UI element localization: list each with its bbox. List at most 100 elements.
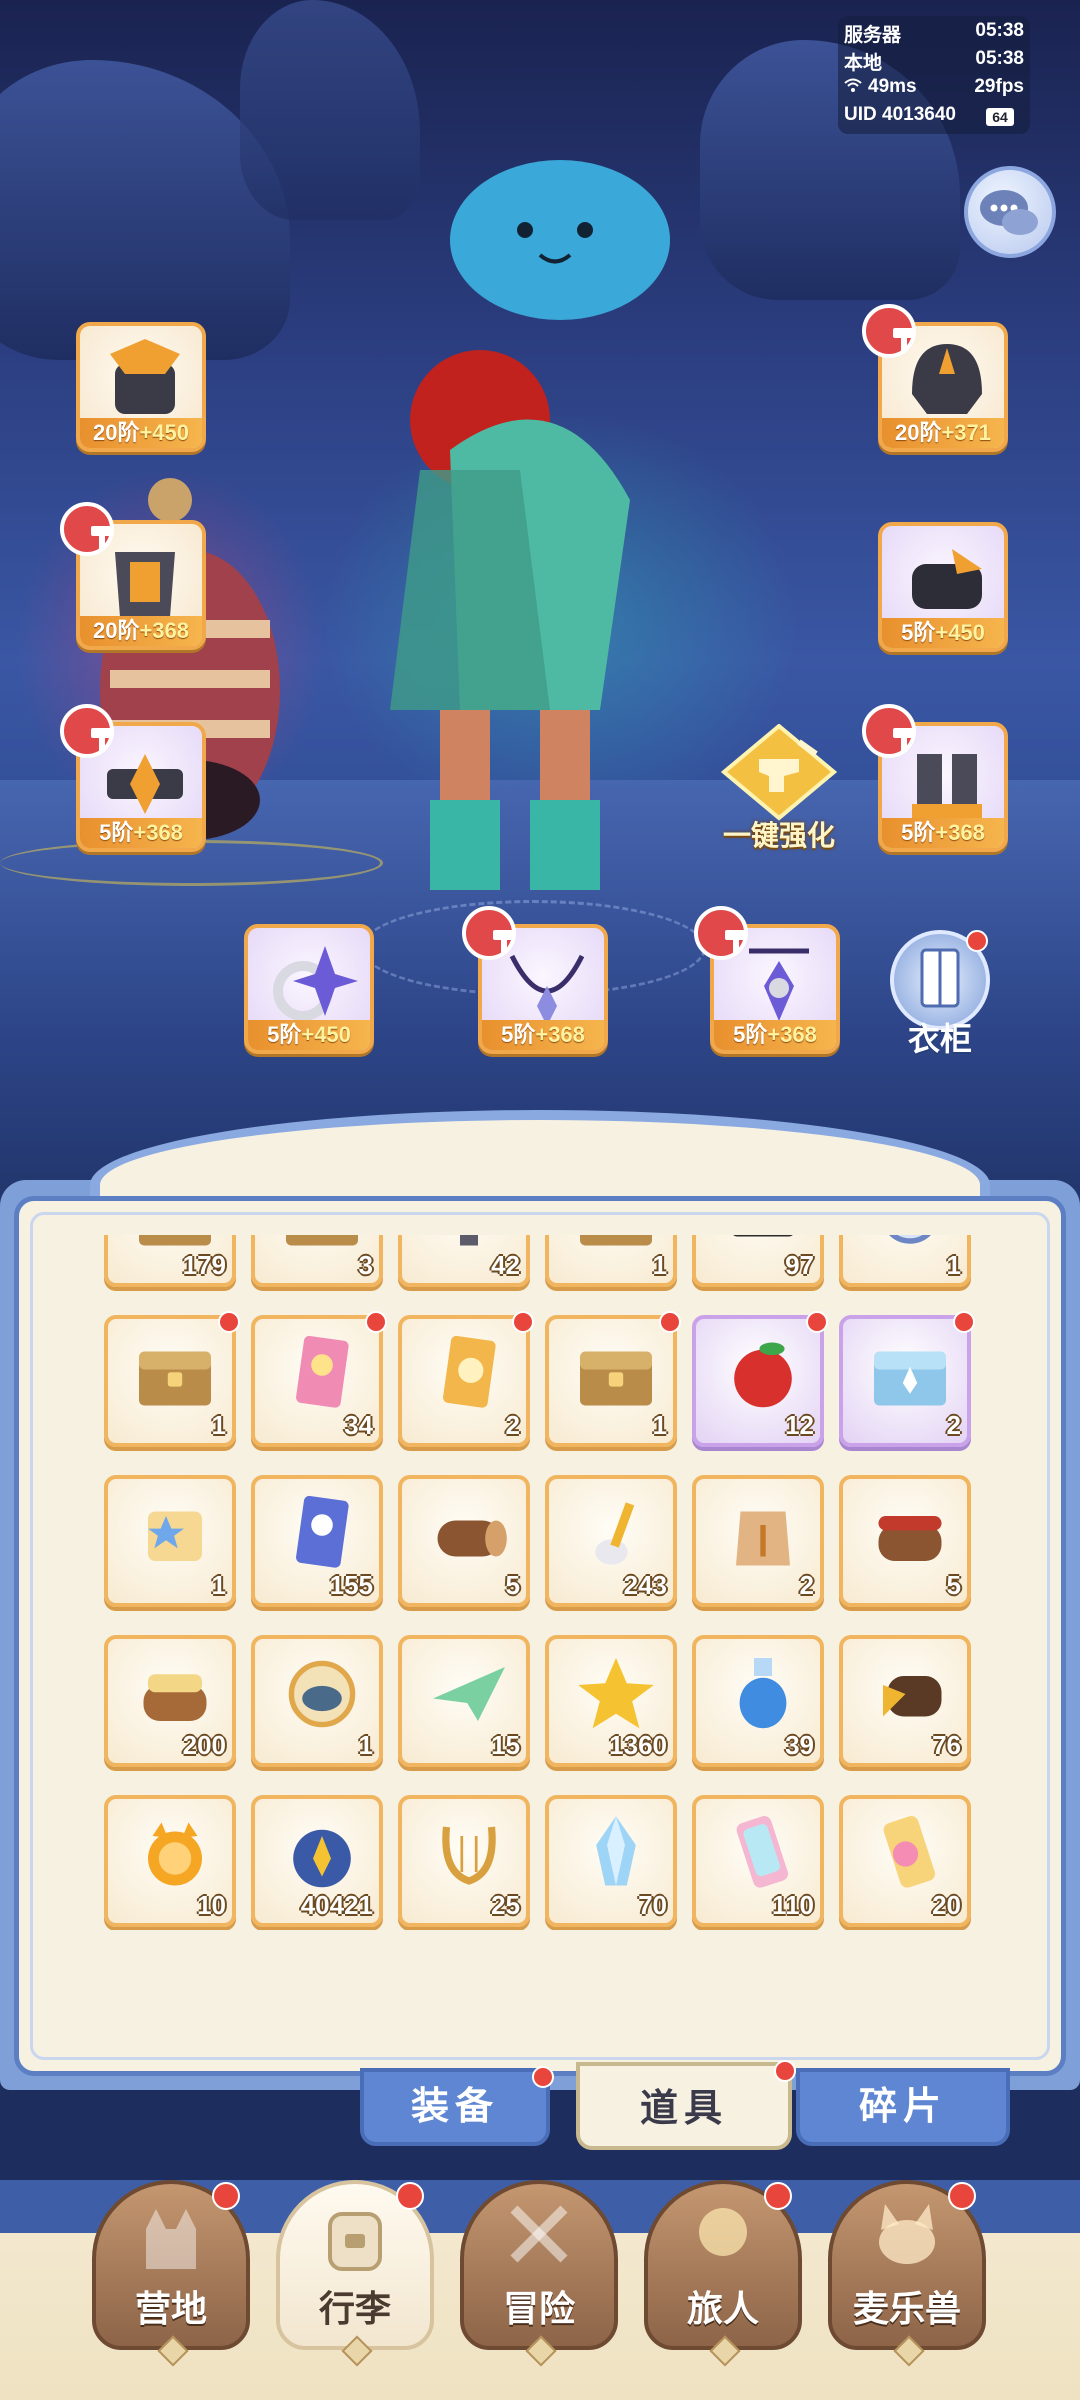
player-character <box>390 160 670 890</box>
inventory-item[interactable]: 5 <box>398 1475 530 1607</box>
item-quantity: 76 <box>932 1730 961 1760</box>
notification-dot <box>212 2182 240 2210</box>
hammer-icon <box>60 502 114 556</box>
one-click-enhance-button[interactable]: 一键强化 <box>704 724 854 854</box>
equip-bonus: +368 <box>139 618 190 643</box>
inventory-item[interactable]: 42 <box>398 1235 530 1287</box>
cheese-log-icon <box>143 1674 207 1721</box>
cat-coin-icon <box>148 1822 202 1886</box>
nav-label: 营地 <box>134 2288 207 2329</box>
equip-slot-armor[interactable]: 20阶+368 <box>60 502 206 650</box>
inventory-item[interactable]: 1 <box>104 1311 240 1447</box>
equip-level: 5阶+368 <box>882 818 1004 848</box>
equip-tier: 5阶 <box>267 1022 302 1047</box>
coin-icon <box>889 1235 931 1244</box>
item-grid[interactable]: 179 3 42 1 97 1 1 34 2 1 12 2 1 155 5 243 2 5 200 1 15 1360 39… <box>104 1235 984 1930</box>
nav-adventure[interactable]: 冒险 <box>460 2180 618 2370</box>
status-hud: 服务器 05:38 本地 05:38 49ms 29fps UID 401364… <box>838 16 1030 134</box>
item-quantity: 2 <box>505 1410 520 1440</box>
inventory-item[interactable]: 40421 <box>251 1795 383 1927</box>
nav-traveler[interactable]: 旅人 <box>644 2180 802 2370</box>
tab-label: 道具 <box>639 2088 728 2130</box>
tab-equipment[interactable]: 装备 <box>360 2066 554 2146</box>
inventory-item[interactable]: 110 <box>692 1795 824 1927</box>
nav-luggage[interactable]: 行李 <box>276 2180 434 2370</box>
equip-slot-helmet[interactable]: 20阶+371 <box>862 304 1008 452</box>
inventory-item[interactable]: 5 <box>839 1475 971 1607</box>
music-log-icon <box>883 1676 942 1717</box>
inventory-item[interactable]: 179 <box>104 1235 236 1287</box>
shark-badge-icon <box>288 1660 356 1728</box>
equip-bonus: +450 <box>301 1022 351 1047</box>
inventory-item[interactable]: 97 <box>692 1235 824 1287</box>
inventory-item[interactable]: 1360 <box>545 1635 677 1767</box>
hammer-icon <box>862 704 916 758</box>
equip-level: 5阶+368 <box>714 1020 836 1050</box>
equip-tier: 5阶 <box>901 620 936 645</box>
chest-blue-icon <box>874 1351 946 1406</box>
inventory-item[interactable]: 200 <box>104 1635 236 1767</box>
inventory-item[interactable]: 25 <box>398 1795 530 1927</box>
equip-slot-boots[interactable]: 5阶+368 <box>862 704 1008 852</box>
nav-camp[interactable]: 营地 <box>92 2180 250 2370</box>
equip-slot-gauntlet[interactable]: 5阶+450 <box>878 522 1008 652</box>
inventory-item[interactable]: 20 <box>839 1795 971 1927</box>
equip-slot-necklace[interactable]: 5阶+368 <box>462 906 608 1054</box>
chat-button[interactable] <box>964 166 1056 258</box>
inventory-item[interactable]: 12 <box>692 1311 828 1447</box>
inventory-item[interactable]: 243 <box>545 1475 677 1607</box>
equip-level: 20阶+450 <box>80 418 202 448</box>
server-time: 05:38 <box>975 20 1024 41</box>
inventory-item[interactable]: 34 <box>251 1311 387 1447</box>
spoon-icon <box>595 1502 635 1565</box>
item-quantity: 10 <box>197 1890 226 1920</box>
tab-fragments[interactable]: 碎片 <box>796 2068 1010 2146</box>
equip-level: 20阶+368 <box>80 616 202 646</box>
equip-slot-amulet[interactable]: 5阶+368 <box>694 906 840 1054</box>
item-quantity: 40421 <box>300 1890 373 1920</box>
inventory-item[interactable]: 15 <box>398 1635 530 1767</box>
wardrobe-button[interactable]: 衣柜 <box>884 930 996 1057</box>
wifi-icon <box>844 76 864 98</box>
item-quantity: 20 <box>932 1890 961 1920</box>
hammer-icon <box>862 304 916 358</box>
inventory-item[interactable]: 76 <box>839 1635 971 1767</box>
equip-level: 5阶+368 <box>80 818 202 848</box>
log-icon <box>437 1520 507 1557</box>
traveler-icon <box>699 2208 747 2256</box>
notification-dot <box>764 2182 792 2210</box>
tab-items[interactable]: 道具 <box>576 2060 796 2150</box>
inventory-item[interactable]: 2 <box>839 1311 975 1447</box>
nav-pet[interactable]: 麦乐兽 <box>828 2180 986 2370</box>
item-quantity: 2 <box>946 1410 961 1440</box>
inventory-item[interactable]: 1 <box>545 1235 677 1287</box>
item-quantity: 3 <box>358 1250 373 1280</box>
inventory-item[interactable]: 39 <box>692 1635 824 1767</box>
inventory-item[interactable]: 2 <box>398 1311 534 1447</box>
ring-icon <box>273 946 358 1021</box>
equip-slot-ring[interactable]: 5阶+450 <box>244 924 374 1054</box>
item-quantity: 25 <box>491 1890 520 1920</box>
inventory-item[interactable]: 1 <box>545 1311 681 1447</box>
chest-gold-icon <box>580 1235 652 1246</box>
notification-dot <box>218 1311 240 1333</box>
inventory-item[interactable]: 155 <box>251 1475 383 1607</box>
inventory-item[interactable]: 1 <box>839 1235 971 1287</box>
backpack-icon <box>328 2212 382 2271</box>
item-quantity: 2 <box>799 1570 814 1600</box>
rainbow-tube-icon <box>736 1816 788 1888</box>
inventory-item[interactable]: 10 <box>104 1795 236 1927</box>
inventory-item[interactable]: 2 <box>692 1475 824 1607</box>
inventory-item[interactable]: 3 <box>251 1235 383 1287</box>
equip-bonus: +368 <box>767 1022 817 1047</box>
paper-plane-icon <box>433 1667 505 1721</box>
inventory-item[interactable]: 1 <box>251 1635 383 1767</box>
equip-slot-belt[interactable]: 5阶+368 <box>60 704 206 852</box>
equip-slot-weapon[interactable]: 20阶+450 <box>76 322 206 452</box>
inventory-item[interactable]: 70 <box>545 1795 677 1927</box>
notification-dot <box>953 1311 975 1333</box>
equip-tier: 5阶 <box>733 1022 768 1047</box>
notification-dot <box>365 1311 387 1333</box>
nav-label: 旅人 <box>686 2288 759 2329</box>
inventory-item[interactable]: 1 <box>104 1475 236 1607</box>
